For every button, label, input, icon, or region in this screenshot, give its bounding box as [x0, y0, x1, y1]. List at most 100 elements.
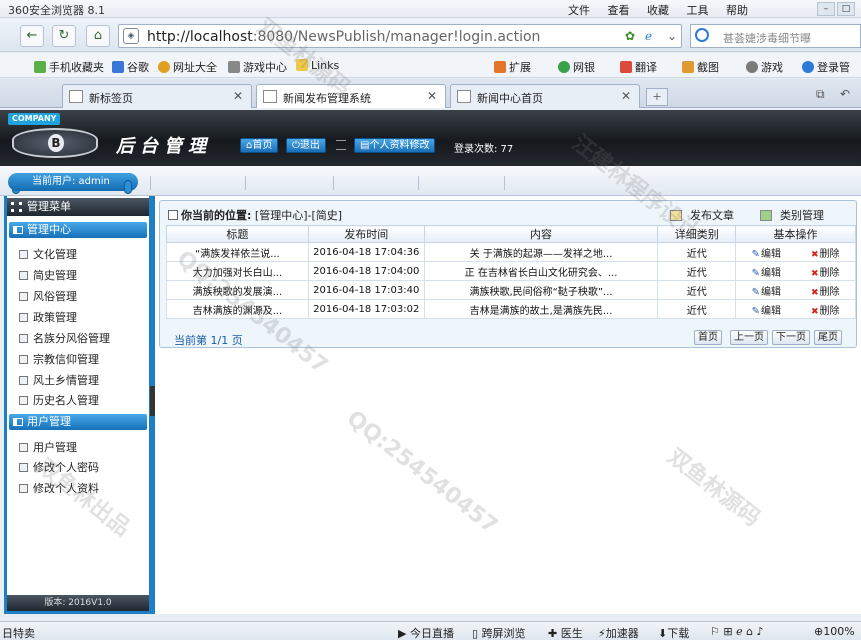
tab-news-admin[interactable]: 新闻发布管理系统 ✕ [256, 84, 446, 108]
sidebar-item-user-management[interactable]: 用户管理 [19, 439, 77, 455]
download-button[interactable]: ⬇下载 [658, 625, 689, 640]
status-deals[interactable]: 日特卖 [2, 625, 35, 640]
cell-content: 吉林是满族的故土,是满族先民... [423, 299, 659, 319]
tab-news-home[interactable]: 新闻中心首页 ✕ [450, 84, 640, 108]
doc-icon [19, 313, 28, 322]
delete-button[interactable]: 删除 [811, 287, 840, 298]
close-icon[interactable]: ✕ [621, 89, 631, 103]
search-box[interactable]: 甚荟婕涉毒细节曝 [690, 24, 861, 48]
favorites-bar: 手机收藏夹 谷歌 网址大全 游戏中心 Links 扩展 网银 翻译 截图 游戏 … [0, 53, 861, 78]
fav-google[interactable]: 谷歌 [112, 59, 149, 75]
sidebar-item-change-password[interactable]: 修改个人密码 [19, 459, 99, 475]
refresh-icon[interactable]: ↻ [52, 25, 76, 47]
cell-time: 2016-04-18 17:03:02 [307, 299, 425, 319]
cell-time: 2016-04-18 17:04:00 [307, 261, 425, 281]
new-tab-button[interactable]: + [646, 88, 668, 106]
menu-grid-icon [11, 202, 22, 212]
cross-screen-button[interactable]: ▯ 跨屏浏览 [472, 625, 526, 640]
sidebar-item-ethnic-customs[interactable]: 名族分风俗管理 [19, 330, 110, 346]
minimize-icon[interactable]: – [817, 2, 835, 16]
status-icons[interactable]: ⚐ ⊞ ℯ ⌂ ♪ [710, 625, 764, 638]
first-page-button[interactable]: 首页 [694, 330, 722, 345]
sidebar-item-edit-profile[interactable]: 修改个人资料 [19, 480, 99, 496]
column-header: 标题 [166, 225, 309, 243]
article-table: 标题 发布时间 内容 详细类别 基本操作 “满族发祥依兰说... 2016-04… [166, 225, 856, 319]
sidebar-item-local[interactable]: 风土乡情管理 [19, 372, 99, 388]
fav-mobile[interactable]: 手机收藏夹 [34, 59, 104, 75]
publish-article-button[interactable]: 发布文章 [670, 207, 734, 223]
url-text[interactable]: http://localhost:8080/NewsPublish/manage… [147, 29, 540, 45]
zoom-level[interactable]: ⊕100% [814, 625, 855, 638]
page-icon [457, 90, 471, 103]
sidebar-item-culture[interactable]: 文化管理 [19, 246, 77, 262]
game-button[interactable]: 游戏 [746, 59, 783, 75]
menu-file[interactable]: 文件 [568, 4, 590, 17]
sidebar-group-management[interactable]: 管理中心 [9, 222, 147, 238]
bank-button[interactable]: 网银 [558, 59, 595, 75]
live-button[interactable]: ▶ 今日直播 [398, 625, 454, 640]
sidebar-item-celebrities[interactable]: 历史名人管理 [19, 392, 99, 408]
list-panel: 你当前的位置: [管理中心]-[简史] 发布文章 类别管理 标题 发布时间 内容… [159, 200, 857, 348]
delete-button[interactable]: 删除 [811, 268, 840, 279]
page-title: 后台管理 [116, 136, 212, 157]
secure-icon[interactable]: ✿ [625, 29, 635, 43]
accelerator-button[interactable]: ⚡加速器 [598, 625, 639, 640]
next-page-button[interactable]: 下一页 [772, 330, 810, 345]
table-row: 满族秧歌的发展演... 2016-04-18 17:03:40 满族秧歌,民间俗… [166, 280, 856, 300]
close-icon[interactable]: ✕ [427, 89, 437, 103]
cell-category: 近代 [657, 261, 737, 281]
sidebar-item-history[interactable]: 简史管理 [19, 267, 77, 283]
menu-favorites[interactable]: 收藏 [647, 4, 669, 17]
close-icon[interactable]: ✕ [233, 89, 243, 103]
ie-mode-icon[interactable]: ℯ [645, 29, 652, 43]
fav-games[interactable]: 游戏中心 [228, 59, 287, 75]
sidebar-item-policy[interactable]: 政策管理 [19, 309, 77, 325]
home-icon[interactable]: ⌂ [86, 25, 110, 47]
doc-icon [19, 355, 28, 364]
doc-icon [19, 396, 28, 405]
menu-tools[interactable]: 工具 [687, 4, 709, 17]
sidebar-item-customs[interactable]: 风俗管理 [19, 288, 77, 304]
edit-button[interactable]: 编辑 [752, 306, 781, 317]
translate-button[interactable]: 翻译 [620, 59, 657, 75]
delete-button[interactable]: 删除 [811, 306, 840, 317]
search-icon[interactable] [695, 28, 709, 42]
column-header: 内容 [423, 225, 659, 243]
logout-button[interactable]: ⏻退出 [286, 138, 326, 153]
shield-icon[interactable]: ◈ [123, 28, 139, 44]
page-icon [69, 90, 83, 103]
extension-button[interactable]: 扩展 [494, 59, 531, 75]
category-manage-button[interactable]: 类别管理 [760, 207, 824, 223]
profile-edit-button[interactable]: ▤个人资料修改 [354, 138, 436, 153]
page-info: 当前第 1/1 页 [174, 334, 243, 347]
home-button[interactable]: ⌂首页 [240, 138, 279, 153]
maximize-icon[interactable]: □ [837, 2, 855, 16]
undo-icon[interactable]: ↶ [840, 87, 850, 101]
tab-new-tab[interactable]: 新标签页 ✕ [62, 84, 252, 108]
edit-button[interactable]: 编辑 [752, 287, 781, 298]
screenshot-button[interactable]: 截图 [682, 59, 719, 75]
version-label: 版本: 2016V1.0 [7, 595, 149, 611]
cell-title: 满族秧歌的发展演... [166, 280, 309, 300]
dropdown-icon[interactable]: ⌄ [667, 29, 677, 43]
last-page-button[interactable]: 尾页 [814, 330, 842, 345]
doc-icon [19, 250, 28, 259]
back-icon[interactable]: ← [20, 25, 44, 47]
doctor-button[interactable]: ✚ 医生 [548, 625, 583, 640]
fav-nav[interactable]: 网址大全 [158, 59, 217, 75]
restore-icon[interactable]: ⧉ [816, 87, 825, 102]
sidebar-item-religion[interactable]: 宗教信仰管理 [19, 351, 99, 367]
fav-links[interactable]: Links [296, 59, 339, 72]
prev-page-button[interactable]: 上一页 [730, 330, 768, 345]
edit-button[interactable]: 编辑 [752, 268, 781, 279]
search-placeholder: 甚荟婕涉毒细节曝 [723, 32, 811, 45]
doc-icon [19, 334, 28, 343]
edit-button[interactable]: 编辑 [752, 249, 781, 260]
menu-help[interactable]: 帮助 [726, 4, 748, 17]
menu-view[interactable]: 查看 [608, 4, 630, 17]
sidebar-group-users[interactable]: 用户管理 [9, 414, 147, 430]
address-bar[interactable]: ◈ http://localhost:8080/NewsPublish/mana… [118, 24, 682, 48]
cell-content: 满族秧歌,民间俗称“鞑子秧歌”... [423, 280, 659, 300]
delete-button[interactable]: 删除 [811, 249, 840, 260]
login-manager-button[interactable]: 登录管 [802, 59, 850, 75]
